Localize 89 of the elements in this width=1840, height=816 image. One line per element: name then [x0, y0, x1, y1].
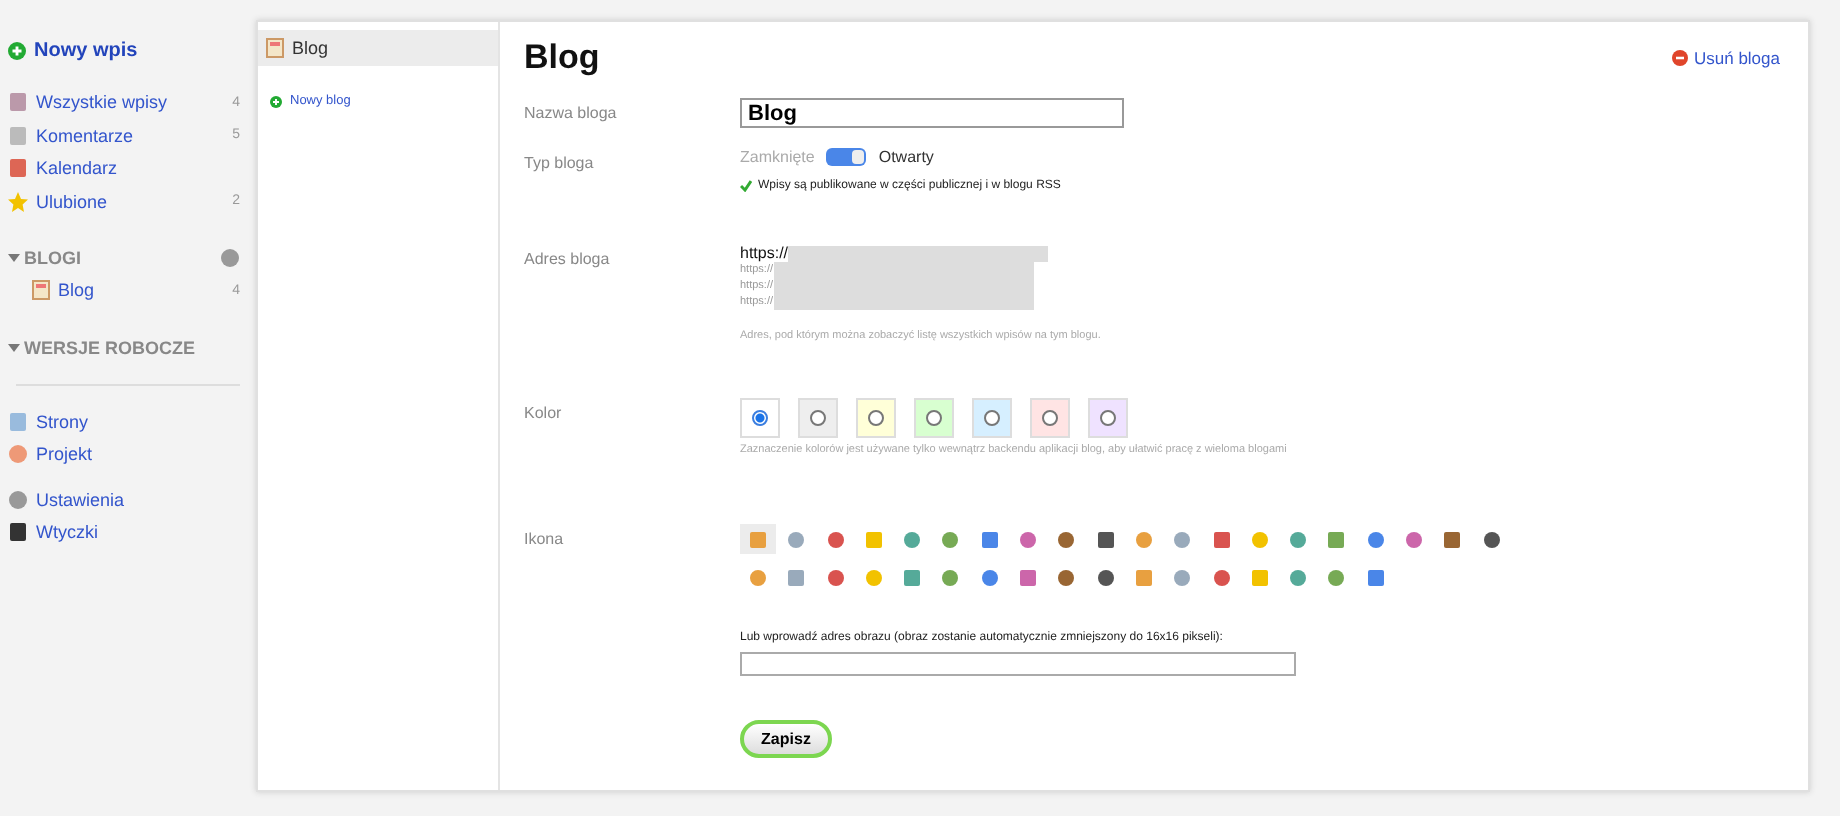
sidebar-link[interactable]: Wtyczki: [36, 522, 240, 543]
blog-list-item[interactable]: Blog: [258, 30, 498, 66]
round-symbol-icon: [1056, 567, 1077, 587]
square-symbol-icon: [1365, 567, 1386, 587]
color-swatch[interactable]: [856, 398, 896, 438]
image-url-field[interactable]: [740, 652, 1296, 676]
section-heading: WERSJE ROBOCZE: [24, 337, 198, 357]
round-symbol-icon: [1365, 529, 1386, 549]
color-swatch[interactable]: [914, 398, 954, 438]
field-label: Typ bloga: [524, 152, 596, 176]
round-symbol-icon: [1249, 529, 1270, 549]
round-symbol-icon: [786, 529, 807, 549]
square-symbol-icon: [786, 567, 807, 587]
remove-icon: [1671, 50, 1688, 66]
round-symbol-icon: [748, 567, 768, 587]
round-symbol-icon: [1288, 529, 1309, 549]
color-swatch[interactable]: [1088, 398, 1128, 438]
round-symbol-icon: [940, 567, 961, 587]
square-symbol-icon: [979, 529, 1000, 549]
round-symbol-icon: [902, 529, 923, 549]
sidebar-link[interactable]: Komentarze: [36, 125, 225, 146]
sidebar-link[interactable]: Blog: [58, 280, 225, 301]
square-symbol-icon: [1211, 529, 1232, 549]
square-symbol-icon: [1326, 529, 1347, 549]
field-label: Ikona: [524, 528, 566, 552]
sidebar-link[interactable]: Strony: [36, 411, 240, 432]
sidebar-link[interactable]: Ulubione: [36, 191, 225, 212]
toggle-label: Zamknięte: [740, 148, 815, 166]
round-symbol-icon: [1404, 529, 1425, 549]
round-symbol-icon: [1133, 529, 1154, 549]
new-post-link[interactable]: Nowy wpis: [8, 40, 240, 62]
square-symbol-icon: [902, 567, 923, 587]
name-field[interactable]: Blog: [740, 98, 1124, 128]
round-symbol-icon: [1288, 567, 1309, 587]
sidebar-link[interactable]: Wszystkie wpisy: [36, 92, 225, 113]
field-label: Kolor: [524, 402, 564, 426]
square-symbol-icon: [863, 529, 884, 549]
round-symbol-icon: [1326, 567, 1347, 587]
document-icon: [266, 38, 284, 58]
color-swatch[interactable]: [798, 398, 838, 438]
caret-icon[interactable]: [8, 252, 20, 264]
document-icon: [32, 280, 50, 301]
round-symbol-icon: [1481, 529, 1502, 549]
color-radio[interactable]: [1100, 410, 1116, 426]
blog-address: https://: [740, 244, 789, 262]
check-icon: [740, 180, 752, 192]
square-symbol-icon: [1442, 529, 1463, 549]
round-symbol-icon: [1056, 529, 1077, 549]
caret-icon[interactable]: [8, 341, 20, 353]
round-symbol-icon: [1095, 567, 1116, 587]
color-radio[interactable]: [752, 410, 768, 426]
color-swatch[interactable]: [972, 398, 1012, 438]
field-label: Adres bloga: [524, 248, 612, 272]
sidebar-link[interactable]: Projekt: [36, 444, 240, 465]
round-symbol-icon: [1172, 529, 1193, 549]
color-radio[interactable]: [868, 410, 884, 426]
round-symbol-icon: [1172, 567, 1193, 587]
add-icon: [8, 42, 26, 60]
round-symbol-icon: [940, 529, 961, 549]
document-icon: [8, 92, 28, 113]
round-symbol-icon: [863, 567, 884, 587]
round-symbol-icon: [1018, 529, 1039, 549]
square-symbol-icon: [1095, 529, 1116, 549]
round-symbol-icon: [1211, 567, 1232, 587]
color-radio[interactable]: [926, 410, 942, 426]
save-button[interactable]: Zapisz: [740, 720, 832, 758]
round-symbol-icon: [979, 567, 1000, 587]
toggle-switch[interactable]: [826, 148, 867, 166]
square-symbol-icon: [1018, 567, 1039, 587]
round-symbol-icon: [825, 567, 846, 587]
square-symbol-icon: [748, 529, 768, 549]
color-radio[interactable]: [1042, 410, 1058, 426]
square-symbol-icon: [1249, 567, 1270, 587]
page-title: Blog: [524, 38, 600, 78]
color-swatch[interactable]: [740, 398, 780, 438]
section-heading: BLOGI: [24, 248, 83, 268]
color-swatch[interactable]: [1030, 398, 1070, 438]
delete-blog-link[interactable]: Usuń bloga: [1671, 48, 1780, 68]
color-radio[interactable]: [810, 410, 826, 426]
color-radio[interactable]: [984, 410, 1000, 426]
add-icon: [270, 95, 282, 107]
toggle-label: Otwarty: [878, 148, 934, 166]
sidebar-link[interactable]: Ustawienia: [36, 489, 240, 510]
sidebar-link[interactable]: Kalendarz: [36, 158, 240, 179]
round-symbol-icon: [825, 529, 846, 549]
square-symbol-icon: [1133, 567, 1154, 587]
page-icon: [8, 411, 28, 432]
star-icon: [8, 191, 28, 212]
field-label: Nazwa bloga: [524, 102, 619, 126]
